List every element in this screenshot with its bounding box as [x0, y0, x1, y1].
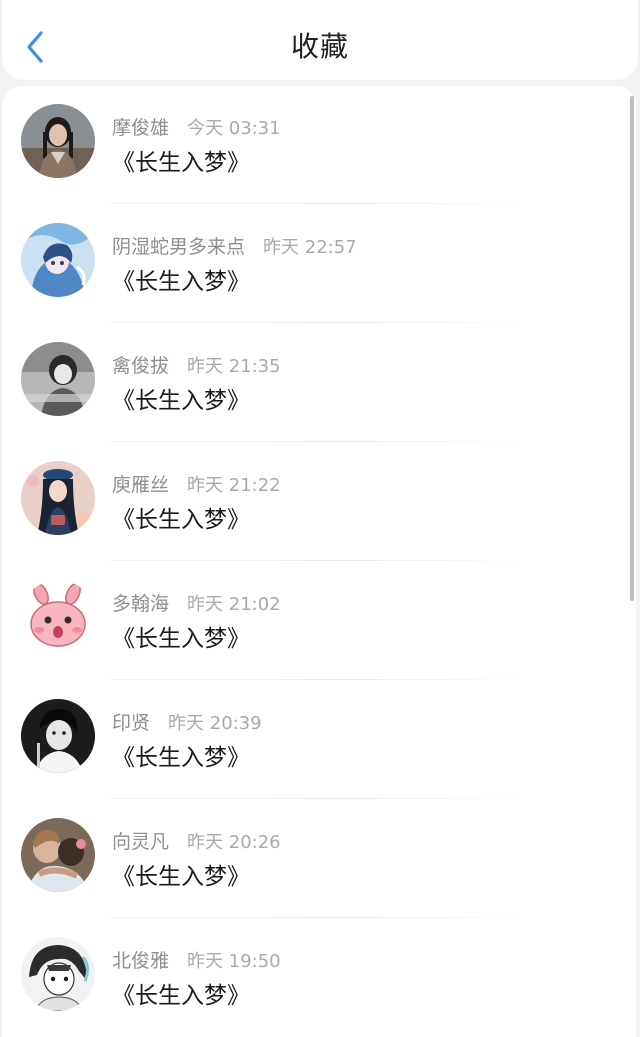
message-text: 《长生入梦》 [112, 269, 250, 295]
username: 摩俊雄 [112, 117, 170, 139]
avatar-anime-blue-icon [21, 223, 95, 297]
timestamp: 昨天 21:35 [187, 356, 281, 377]
message-text: 《长生入梦》 [112, 507, 250, 533]
timestamp: 昨天 20:39 [168, 713, 262, 734]
divider [110, 203, 530, 204]
message-text: 《长生入梦》 [112, 745, 250, 771]
message-text: 《长生入梦》 [112, 150, 250, 176]
timestamp: 昨天 21:22 [187, 475, 281, 496]
list-item[interactable]: 北俊雅 昨天 19:50 《长生入梦》 [2, 919, 636, 1037]
avatar-girl-braids-icon [21, 104, 95, 178]
name-time-line: 禽俊拔 昨天 21:35 [112, 351, 281, 378]
timestamp: 昨天 21:02 [187, 594, 281, 615]
avatar-manga-sketch-icon [21, 937, 95, 1011]
timestamp: 昨天 20:26 [187, 832, 281, 853]
username: 多翰海 [112, 593, 170, 615]
list-item[interactable]: 阴湿蛇男多来点 昨天 22:57 《长生入梦》 [2, 205, 636, 324]
list-item[interactable]: 摩俊雄 今天 03:31 《长生入梦》 [2, 86, 636, 205]
favorites-screen: 收藏 摩俊雄 今天 03:31 《长生入梦》 阴湿蛇男多来点 昨天 22:57 … [0, 0, 640, 1037]
avatar-girl-beret-icon [21, 461, 95, 535]
divider [110, 798, 530, 799]
avatar-bw-boy-icon [21, 699, 95, 773]
avatar[interactable] [21, 937, 95, 1011]
top-nav-bar: 收藏 [2, 0, 638, 80]
message-text: 《长生入梦》 [112, 864, 250, 890]
avatar[interactable] [21, 461, 95, 535]
list-item[interactable]: 印贤 昨天 20:39 《长生入梦》 [2, 681, 636, 800]
avatar[interactable] [21, 342, 95, 416]
username: 禽俊拔 [112, 355, 170, 377]
divider [110, 322, 530, 323]
message-text: 《长生入梦》 [112, 983, 250, 1009]
name-time-line: 多翰海 昨天 21:02 [112, 589, 281, 616]
message-text: 《长生入梦》 [112, 626, 250, 652]
name-time-line: 向灵凡 昨天 20:26 [112, 827, 281, 854]
page-title: 收藏 [290, 30, 349, 63]
avatar[interactable] [21, 580, 95, 654]
avatar[interactable] [21, 104, 95, 178]
divider [110, 917, 530, 918]
list-item[interactable]: 禽俊拔 昨天 21:35 《长生入梦》 [2, 324, 636, 443]
message-text: 《长生入梦》 [112, 388, 250, 414]
username: 北俊雅 [112, 950, 170, 972]
favorites-list: 摩俊雄 今天 03:31 《长生入梦》 阴湿蛇男多来点 昨天 22:57 《长生… [2, 86, 636, 1037]
timestamp: 今天 03:31 [187, 118, 281, 139]
avatar-pink-bunny-icon [21, 580, 95, 654]
username: 向灵凡 [112, 831, 170, 853]
username: 庾雁丝 [112, 474, 170, 496]
name-time-line: 庾雁丝 昨天 21:22 [112, 470, 281, 497]
list-item[interactable]: 庾雁丝 昨天 21:22 《长生入梦》 [2, 443, 636, 562]
divider [110, 679, 530, 680]
name-time-line: 阴湿蛇男多来点 昨天 22:57 [112, 232, 357, 259]
name-time-line: 摩俊雄 今天 03:31 [112, 113, 281, 140]
list-item[interactable]: 向灵凡 昨天 20:26 《长生入梦》 [2, 800, 636, 919]
name-time-line: 北俊雅 昨天 19:50 [112, 946, 281, 973]
avatar-hug-photo-icon [21, 818, 95, 892]
avatar[interactable] [21, 699, 95, 773]
divider [110, 560, 530, 561]
scrollbar[interactable] [630, 96, 634, 601]
timestamp: 昨天 22:57 [263, 237, 357, 258]
username: 阴湿蛇男多来点 [112, 236, 246, 258]
avatar[interactable] [21, 223, 95, 297]
timestamp: 昨天 19:50 [187, 951, 281, 972]
name-time-line: 印贤 昨天 20:39 [112, 708, 262, 735]
avatar-gray-photo-icon [21, 342, 95, 416]
divider [110, 441, 530, 442]
avatar[interactable] [21, 818, 95, 892]
username: 印贤 [112, 712, 151, 734]
list-item[interactable]: 多翰海 昨天 21:02 《长生入梦》 [2, 562, 636, 681]
